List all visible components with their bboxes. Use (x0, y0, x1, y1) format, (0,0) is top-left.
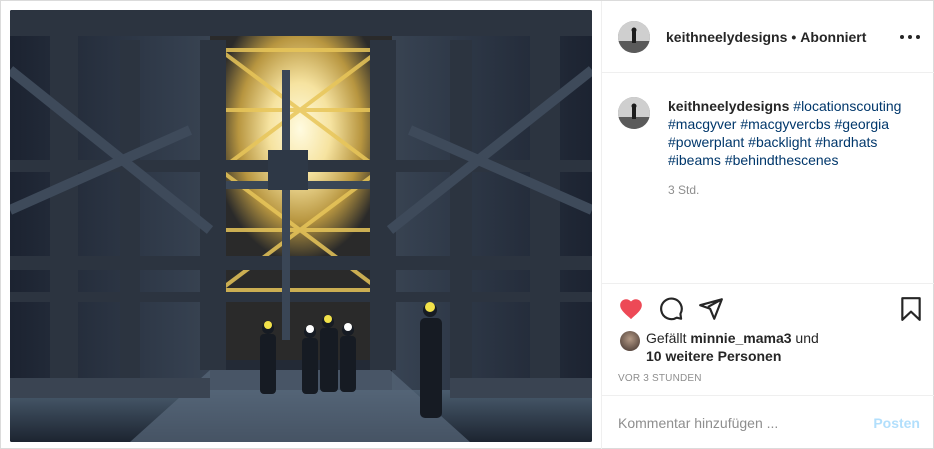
author-username[interactable]: keithneelydesigns (666, 29, 787, 45)
comment-icon[interactable] (658, 296, 684, 322)
likes-line-1: Gefällt minnie_mama3 und (646, 329, 819, 347)
caption-avatar[interactable] (618, 97, 650, 129)
action-bar (602, 283, 934, 333)
likes-prefix: Gefällt (646, 330, 687, 346)
hashtag[interactable]: #georgia (835, 116, 890, 132)
caption-time[interactable]: 3 Std. (668, 183, 699, 197)
bookmark-icon[interactable] (898, 296, 924, 322)
post-side-panel: keithneelydesigns • Abonniert keithneely… (601, 1, 934, 449)
comment-input[interactable] (618, 415, 874, 431)
post-timestamp[interactable]: VOR 3 STUNDEN (618, 373, 702, 384)
separator-dot: • (791, 28, 797, 45)
hashtag[interactable]: #ibeams (668, 152, 721, 168)
liker-avatar[interactable] (620, 331, 640, 351)
likes-others-link[interactable]: 10 weitere Personen (646, 347, 781, 365)
post-photo[interactable] (10, 10, 592, 442)
post-frame: keithneelydesigns • Abonniert keithneely… (0, 0, 934, 449)
author-avatar[interactable] (618, 20, 650, 53)
caption-username[interactable]: keithneelydesigns (668, 98, 789, 114)
hashtag[interactable]: #macgyvercbs (740, 116, 830, 132)
liker-username[interactable]: minnie_mama3 (690, 330, 791, 346)
hashtag[interactable]: #hardhats (815, 134, 877, 150)
comment-form: Posten (602, 395, 934, 449)
hashtag[interactable]: #locationscouting (793, 98, 901, 114)
hashtag[interactable]: #backlight (748, 134, 811, 150)
steel-structure-image (10, 10, 592, 442)
likes-connector: und (795, 330, 819, 346)
follow-status-button[interactable]: Abonniert (800, 29, 866, 45)
hashtag[interactable]: #macgyver (668, 116, 736, 132)
caption: keithneelydesigns #locationscouting #mac… (618, 97, 920, 169)
post-header: keithneelydesigns • Abonniert (602, 1, 934, 73)
post-comment-button[interactable]: Posten (873, 415, 920, 431)
hashtag[interactable]: #powerplant (668, 134, 744, 150)
heart-filled-icon[interactable] (618, 296, 644, 322)
caption-text: keithneelydesigns #locationscouting #mac… (668, 97, 908, 169)
hashtag[interactable]: #behindthescenes (725, 152, 839, 168)
more-options-icon[interactable] (900, 28, 920, 46)
share-icon[interactable] (698, 296, 724, 322)
